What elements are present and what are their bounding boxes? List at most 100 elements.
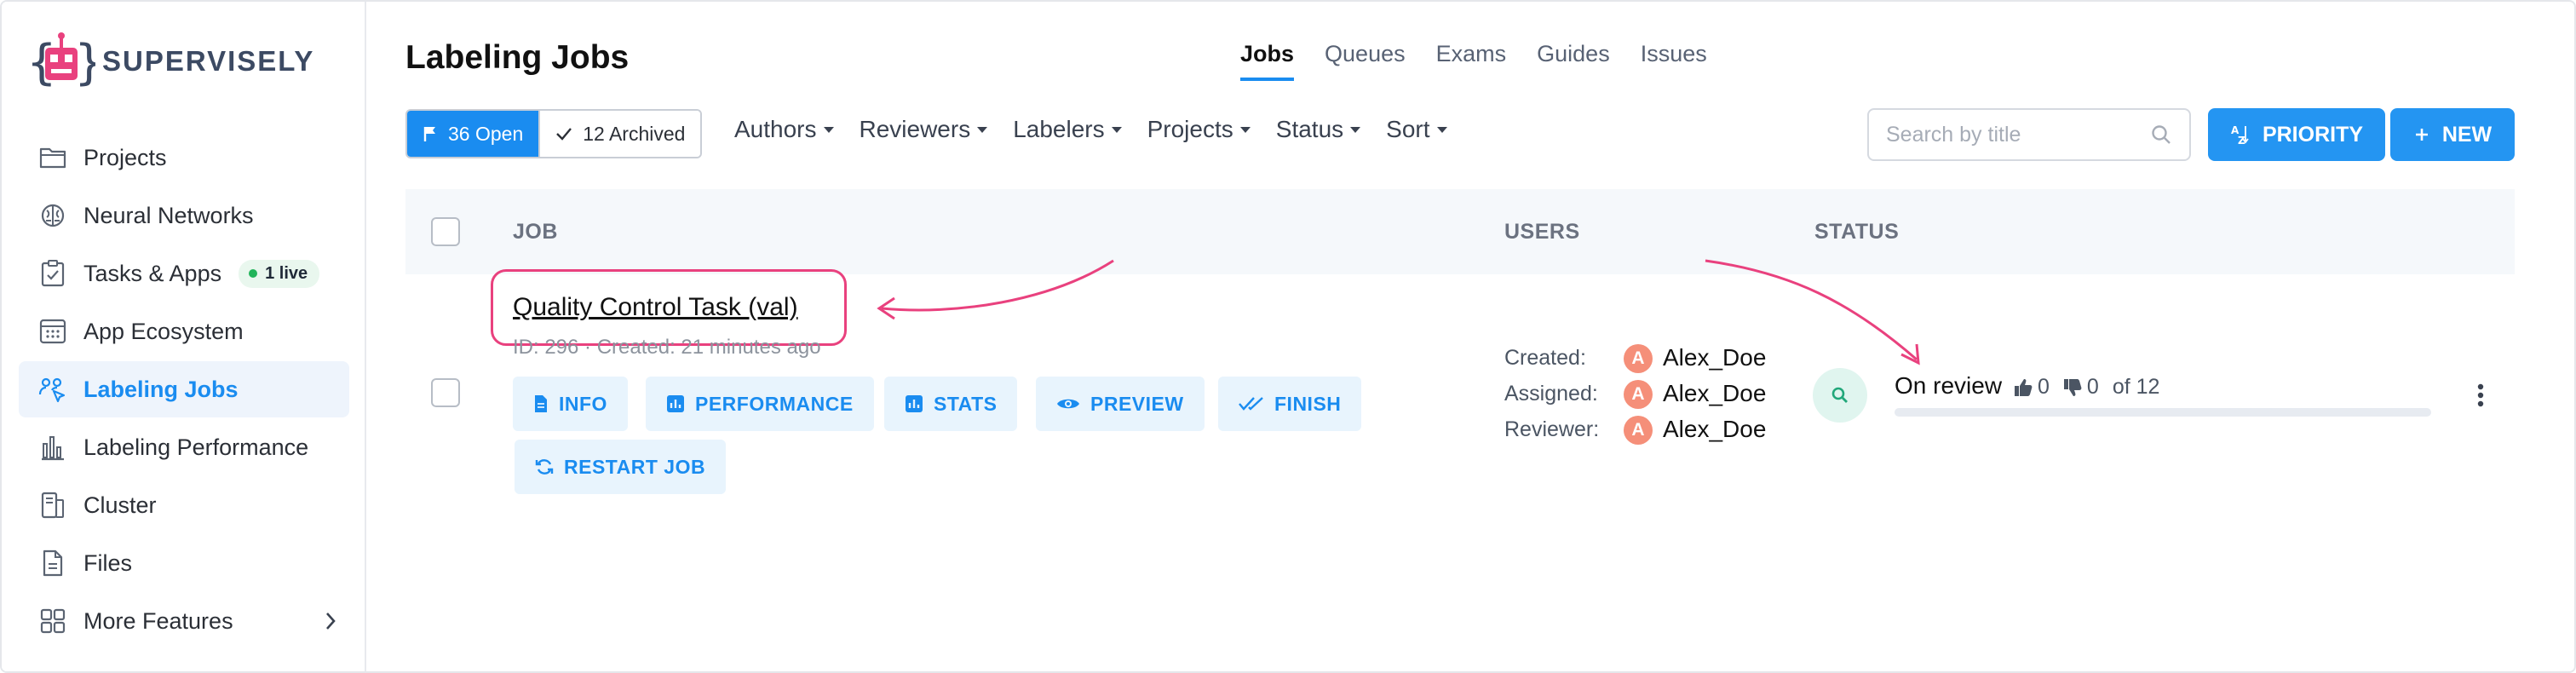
reviewer-user[interactable]: Alex_Doe xyxy=(1663,416,1766,443)
filter-sort[interactable]: Sort xyxy=(1386,116,1447,143)
search-box xyxy=(1867,108,2191,161)
open-archived-toggle: 36 Open 12 Archived xyxy=(405,109,703,158)
priority-label: PRIORITY xyxy=(2262,122,2364,147)
open-jobs-button[interactable]: 36 Open xyxy=(407,111,539,157)
file-icon xyxy=(37,548,68,578)
sidebar-item-label: Labeling Jobs xyxy=(83,376,239,402)
stats-button[interactable]: STATS xyxy=(884,377,1018,431)
filter-projects[interactable]: Projects xyxy=(1147,116,1251,143)
filter-bar: Authors Reviewers Labelers Projects Stat… xyxy=(734,116,1473,143)
logo[interactable]: { } SUPERVISELY xyxy=(27,26,314,97)
svg-text:}: } xyxy=(75,35,95,90)
priority-button[interactable]: AZ PRIORITY xyxy=(2208,108,2385,161)
sidebar-item-label: Cluster xyxy=(83,492,157,518)
preview-button[interactable]: PREVIEW xyxy=(1036,377,1205,431)
eye-icon xyxy=(1057,399,1079,409)
filter-label: Status xyxy=(1275,116,1344,142)
restart-job-button[interactable]: RESTART JOB xyxy=(515,440,727,494)
supervisely-logo-icon: { } xyxy=(27,32,95,90)
finish-button[interactable]: FINISH xyxy=(1218,377,1362,431)
info-button[interactable]: INFO xyxy=(513,377,628,431)
page-title: Labeling Jobs xyxy=(405,39,630,76)
filter-labelers[interactable]: Labelers xyxy=(1013,116,1122,143)
sidebar-item-neural-networks[interactable]: Neural Networks xyxy=(19,187,349,244)
avatar: A xyxy=(1624,380,1653,409)
caret-down-icon xyxy=(823,126,834,133)
sidebar: { } SUPERVISELY Projects xyxy=(2,2,366,671)
assigned-user[interactable]: Alex_Doe xyxy=(1663,380,1766,407)
double-check-icon xyxy=(1239,397,1263,411)
filter-label: Projects xyxy=(1147,116,1233,142)
thumbs-down-icon xyxy=(2063,378,2082,396)
sidebar-item-label: Labeling Performance xyxy=(83,434,309,460)
tab-queues[interactable]: Queues xyxy=(1325,41,1406,81)
finish-label: FINISH xyxy=(1274,392,1342,415)
sidebar-item-label: Tasks & Apps xyxy=(83,260,222,286)
stats-label: STATS xyxy=(934,392,998,415)
column-header-status: STATUS xyxy=(1814,220,1900,244)
review-votes: 0 0 of 12 xyxy=(2014,375,2159,400)
sidebar-item-tasks-apps[interactable]: Tasks & Apps 1 live xyxy=(19,245,349,302)
sidebar-item-more-features[interactable]: More Features xyxy=(19,593,349,649)
sidebar-item-label: Files xyxy=(83,549,133,576)
job-title-link[interactable]: Quality Control Task (val) xyxy=(513,293,798,322)
document-icon xyxy=(535,395,547,412)
new-job-button[interactable]: NEW xyxy=(2390,108,2515,161)
sidebar-item-projects[interactable]: Projects xyxy=(19,129,349,186)
sidebar-item-label: More Features xyxy=(83,607,233,634)
search-input[interactable] xyxy=(1886,122,2150,147)
archived-jobs-button[interactable]: 12 Archived xyxy=(538,111,701,157)
preview-label: PREVIEW xyxy=(1090,392,1184,415)
chevron-right-icon xyxy=(324,610,337,636)
tab-jobs[interactable]: Jobs xyxy=(1240,41,1295,81)
server-icon xyxy=(37,490,68,521)
filter-label: Sort xyxy=(1386,116,1430,142)
sidebar-item-app-ecosystem[interactable]: App Ecosystem xyxy=(19,303,349,360)
app-name: SUPERVISELY xyxy=(102,45,315,77)
row-checkbox[interactable] xyxy=(431,378,460,407)
live-badge-text: 1 live xyxy=(265,263,308,283)
status-text: On review xyxy=(1895,372,2003,399)
chart-box-icon xyxy=(667,395,684,412)
avatar: A xyxy=(1624,416,1653,445)
brain-icon xyxy=(37,200,68,231)
progress-bar xyxy=(1895,408,2431,417)
new-label: NEW xyxy=(2441,122,2493,147)
search-icon xyxy=(1831,387,1848,403)
restart-job-label: RESTART JOB xyxy=(564,455,706,478)
sidebar-item-labeling-performance[interactable]: Labeling Performance xyxy=(19,419,349,475)
tab-guides[interactable]: Guides xyxy=(1537,41,1610,81)
folder-icon xyxy=(37,142,68,173)
created-user[interactable]: Alex_Doe xyxy=(1663,344,1766,371)
dislikes: 0 xyxy=(2063,375,2099,400)
caret-down-icon xyxy=(977,126,988,133)
bar-chart-icon xyxy=(37,432,68,463)
filter-label: Reviewers xyxy=(859,116,971,142)
sidebar-item-cluster[interactable]: Cluster xyxy=(19,477,349,533)
tab-exams[interactable]: Exams xyxy=(1436,41,1507,81)
top-tabs: Jobs Queues Exams Guides Issues xyxy=(1240,41,1738,81)
select-all-checkbox[interactable] xyxy=(431,217,460,246)
plus-icon xyxy=(2415,129,2428,141)
status-icon-circle xyxy=(1813,368,1867,423)
filter-reviewers[interactable]: Reviewers xyxy=(860,116,988,143)
tab-issues[interactable]: Issues xyxy=(1641,41,1707,81)
filter-status[interactable]: Status xyxy=(1275,116,1361,143)
likes-count: 0 xyxy=(2038,375,2050,399)
filter-authors[interactable]: Authors xyxy=(734,116,834,143)
likes: 0 xyxy=(2014,375,2050,400)
caret-down-icon xyxy=(1350,126,1361,133)
total-count: of 12 xyxy=(2112,375,2160,399)
filter-label: Labelers xyxy=(1013,116,1105,142)
assigned-label: Assigned: xyxy=(1504,382,1598,406)
chart-box-icon xyxy=(906,395,923,412)
grid-icon xyxy=(37,606,68,636)
flag-icon xyxy=(423,127,435,141)
avatar: A xyxy=(1624,344,1653,373)
sidebar-item-labeling-jobs[interactable]: Labeling Jobs xyxy=(19,361,349,417)
more-vertical-icon[interactable] xyxy=(2470,380,2491,411)
main-content: Labeling Jobs Jobs Queues Exams Guides I… xyxy=(368,2,2574,671)
sidebar-item-files[interactable]: Files xyxy=(19,535,349,591)
performance-button[interactable]: PERFORMANCE xyxy=(646,377,874,431)
arrowhead-title xyxy=(877,296,895,320)
